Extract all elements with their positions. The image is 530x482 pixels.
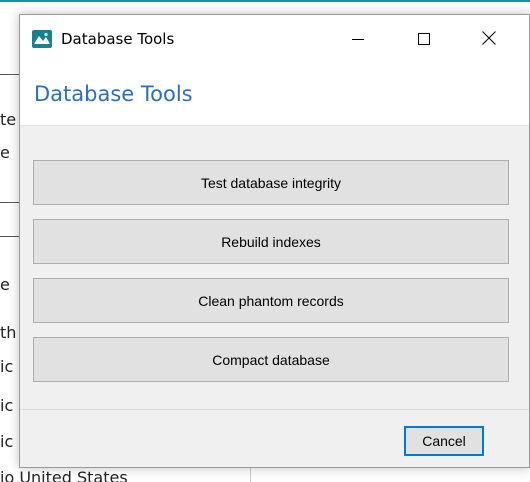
title-bar[interactable]: Database Tools: [20, 15, 529, 63]
window-title: Database Tools: [61, 30, 175, 48]
minimize-icon: [352, 30, 364, 49]
minimize-button[interactable]: [330, 15, 386, 63]
cancel-button[interactable]: Cancel: [404, 426, 484, 456]
compact-database-button[interactable]: Compact database: [33, 337, 509, 382]
close-button[interactable]: [461, 15, 517, 63]
screen: te e e th ic ic ic io United States Data…: [0, 0, 530, 482]
maximize-icon: [418, 30, 430, 49]
test-database-integrity-button[interactable]: Test database integrity: [33, 160, 509, 205]
maximize-button[interactable]: [396, 15, 452, 63]
database-tools-app-icon: [32, 30, 52, 48]
rebuild-indexes-button[interactable]: Rebuild indexes: [33, 219, 509, 264]
page-title: Database Tools: [34, 82, 193, 106]
dialog-header: Database Tools: [20, 63, 529, 126]
background-accent-line: [0, 0, 530, 2]
database-tools-dialog: Database Tools Database Tools Test datab…: [19, 14, 530, 468]
footer-divider: [20, 409, 529, 410]
background-country-text: io United States: [0, 468, 128, 482]
close-icon: [482, 30, 496, 49]
clean-phantom-records-button[interactable]: Clean phantom records: [33, 278, 509, 323]
